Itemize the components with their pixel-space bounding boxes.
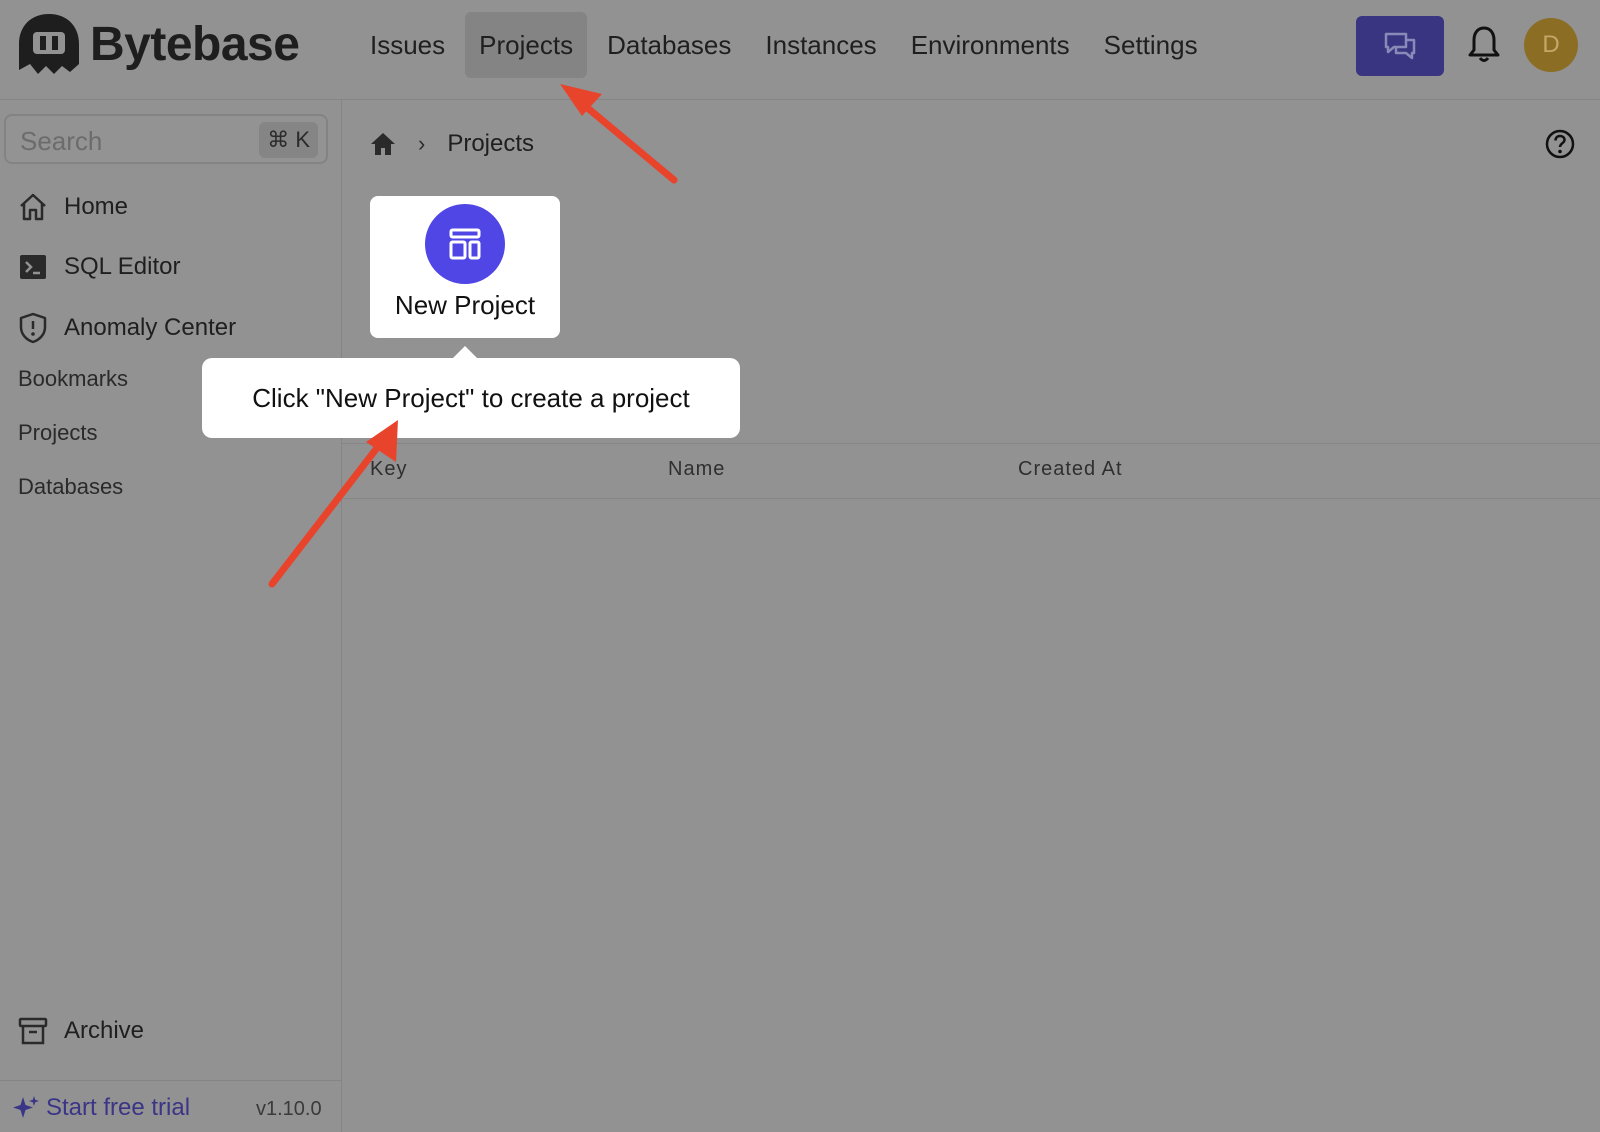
sidebar-item-label: Archive [64,1017,145,1044]
sidebar-item-anomaly-center[interactable]: Anomaly Center [18,312,236,344]
nav-databases[interactable]: Databases [593,12,745,78]
version-label: v1.10.0 [256,1098,322,1120]
sidebar-divider [0,1080,341,1081]
breadcrumb: › Projects [370,130,534,158]
top-bar: Bytebase Issues Projects Databases Insta… [0,0,1600,100]
table-divider-top [342,443,1600,444]
terminal-icon [20,255,46,279]
new-project-label: New Project [394,290,536,320]
sidebar-item-label: Anomaly Center [64,314,237,341]
sidebar-section-databases[interactable]: Databases [18,474,123,500]
sidebar: Search ⌘ K Home SQL Editor Anomaly Cente… [0,100,342,1132]
new-project-button[interactable]: New Project [370,196,560,338]
column-header-created-at[interactable]: Created At [1018,458,1123,481]
start-free-trial-label: Start free trial [46,1094,191,1121]
logo-text: Bytebase [90,17,300,71]
shield-icon [19,312,47,344]
chat-icon [1384,32,1416,60]
search-input[interactable]: Search ⌘ K [4,114,328,164]
sparkles-icon [13,1096,39,1118]
chevron-right-icon: › [418,131,426,156]
sidebar-item-label: Home [64,193,129,220]
search-shortcut-badge: ⌘ K [259,122,318,158]
bytebase-logo-icon [19,14,79,74]
home-icon[interactable] [370,131,396,157]
logo[interactable]: Bytebase [16,12,300,76]
sidebar-section-bookmarks[interactable]: Bookmarks [18,366,128,392]
table-divider-bottom [342,498,1600,499]
breadcrumb-current: Projects [447,130,535,157]
sidebar-item-label: SQL Editor [64,253,181,280]
guide-tooltip: Click "New Project" to create a project [202,358,740,438]
nav-projects[interactable]: Projects [465,12,588,78]
column-header-key[interactable]: Key [370,458,407,481]
sidebar-section-projects[interactable]: Projects [18,420,97,446]
home-icon [20,193,46,221]
tooltip-text: Click "New Project" to create a project [252,382,690,413]
chat-button[interactable] [1356,16,1444,76]
help-icon[interactable] [1544,128,1576,160]
bell-icon[interactable] [1466,24,1502,64]
sidebar-item-sql-editor[interactable]: SQL Editor [18,252,181,282]
start-free-trial-link[interactable]: Start free trial [12,1094,190,1122]
nav-issues[interactable]: Issues [356,12,459,78]
new-project-icon-circle [425,204,505,284]
search-placeholder: Search [20,126,103,156]
layout-icon [449,228,481,260]
nav-settings[interactable]: Settings [1090,12,1212,78]
avatar[interactable]: D [1524,18,1578,72]
sidebar-item-home[interactable]: Home [18,192,128,222]
main-nav: Issues Projects Databases Instances Envi… [356,12,1218,78]
archive-icon [18,1017,48,1045]
nav-environments[interactable]: Environments [897,12,1084,78]
sidebar-item-archive[interactable]: Archive [18,1016,144,1046]
column-header-name[interactable]: Name [668,458,725,481]
nav-instances[interactable]: Instances [751,12,890,78]
